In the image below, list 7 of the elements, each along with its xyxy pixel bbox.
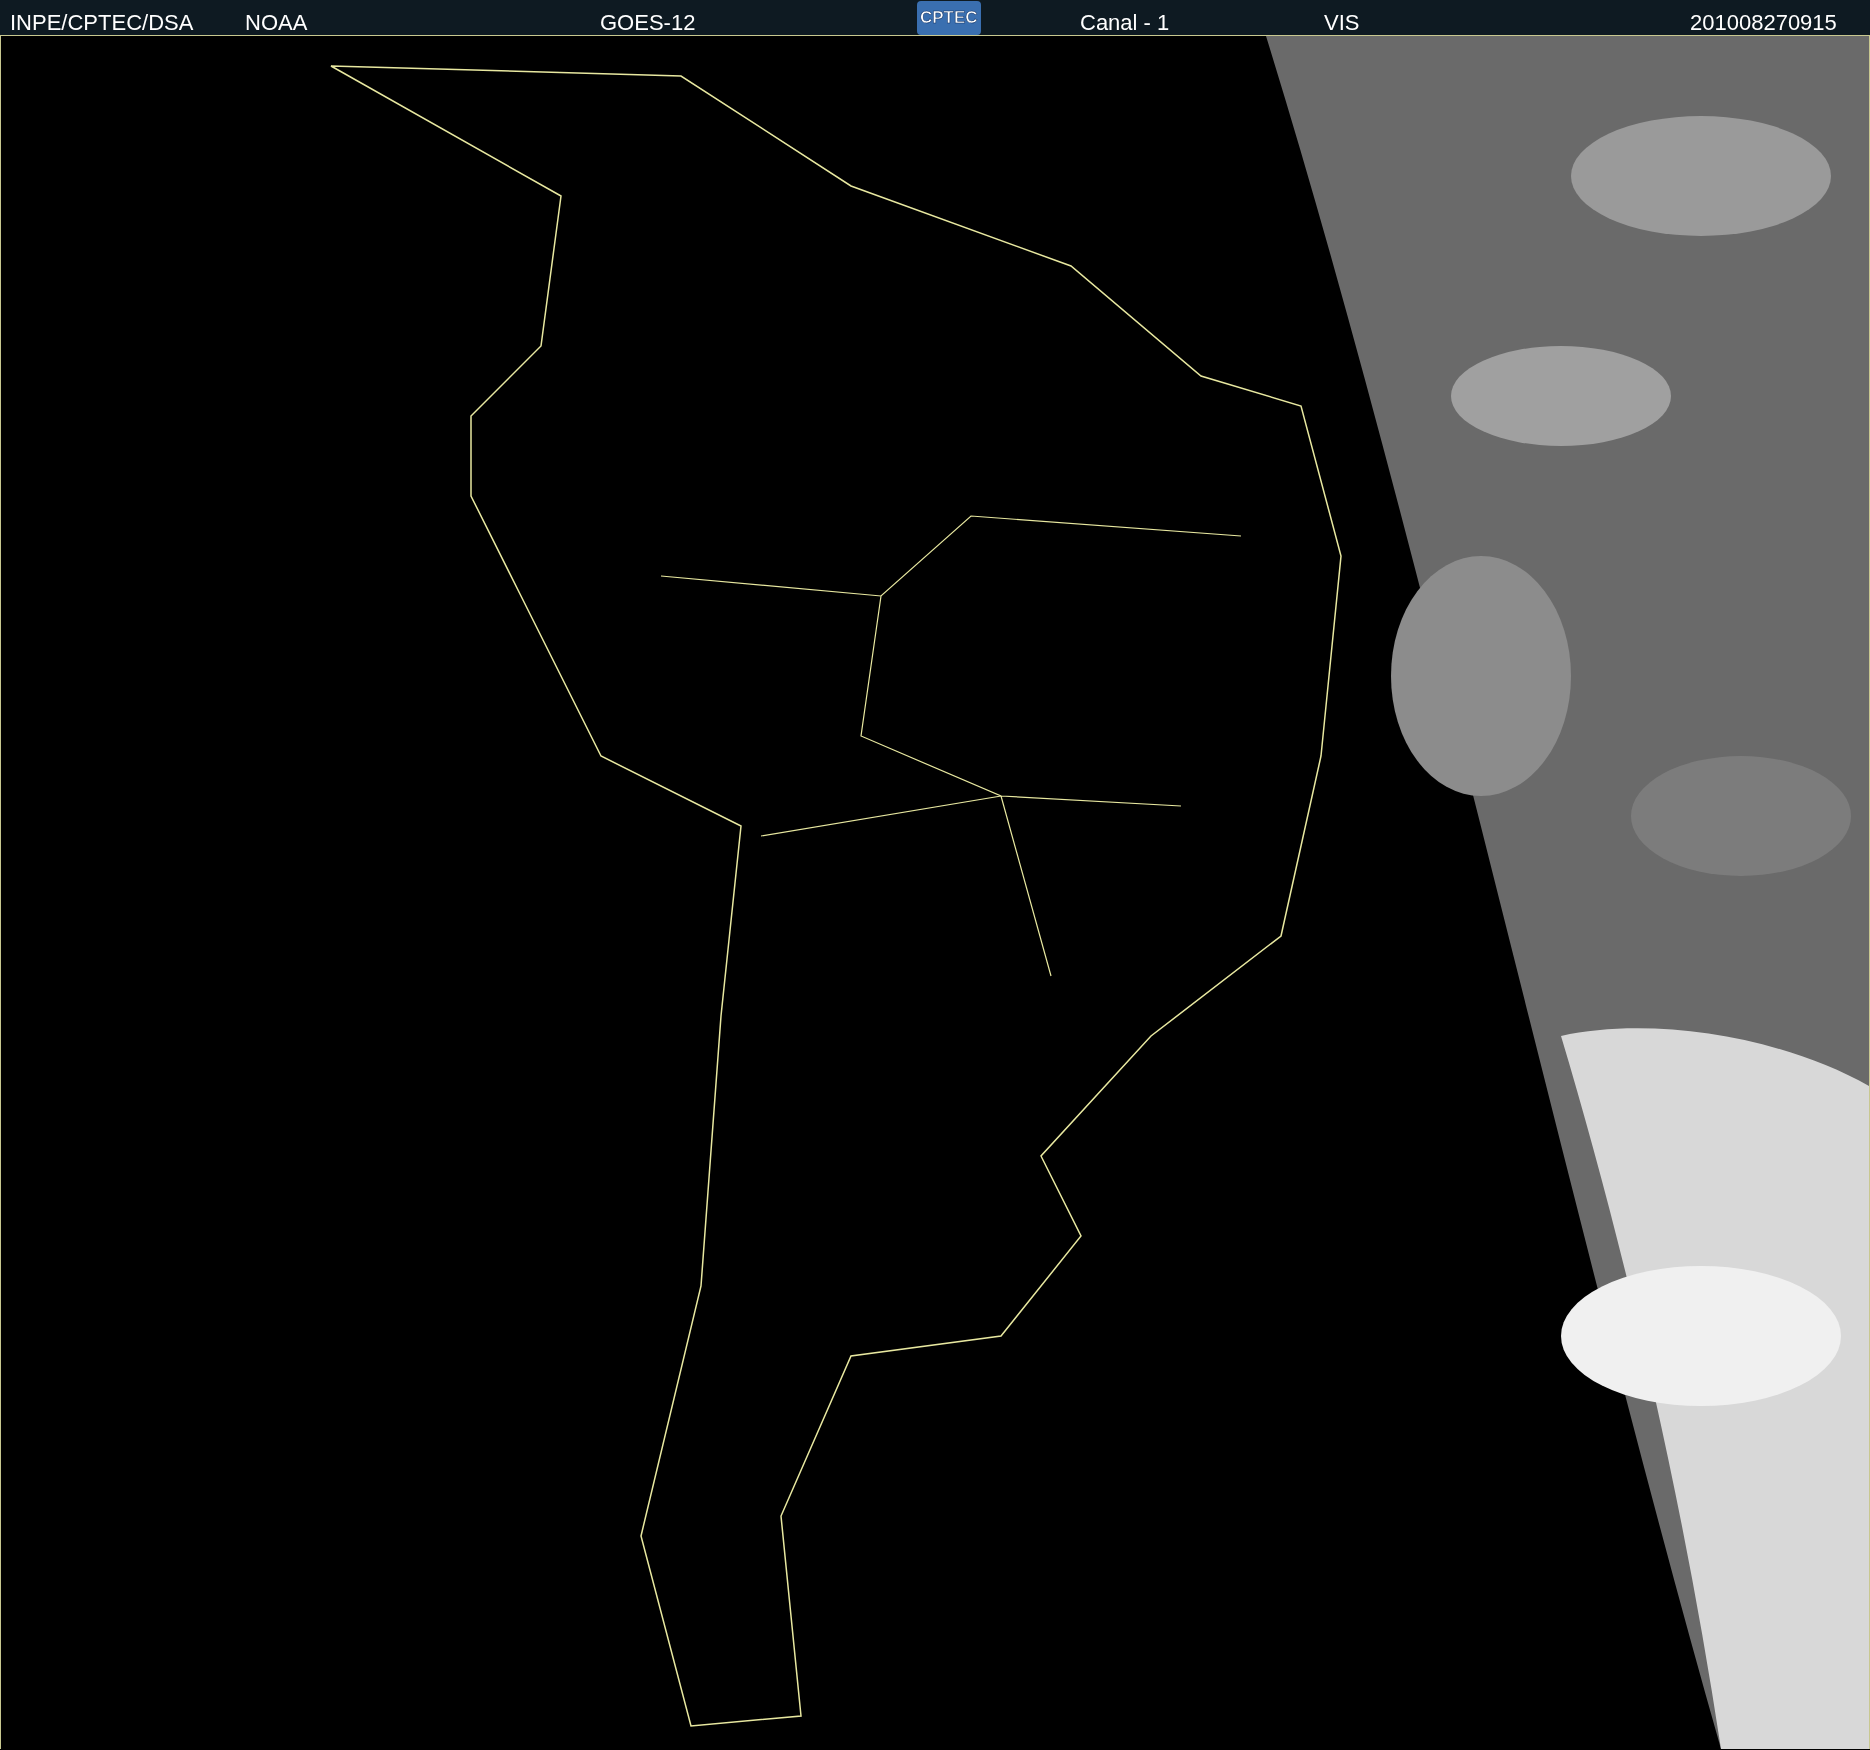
timestamp-label: 201008270915 [1690, 9, 1837, 37]
source-label: INPE/CPTEC/DSA [10, 9, 194, 37]
logo: CPTEC [917, 1, 981, 35]
channel-label: Canal - 1 [1080, 9, 1170, 37]
satellite-label: GOES-12 [600, 9, 696, 37]
source-label: NOAA [245, 9, 308, 37]
band-label: VIS [1324, 9, 1360, 37]
